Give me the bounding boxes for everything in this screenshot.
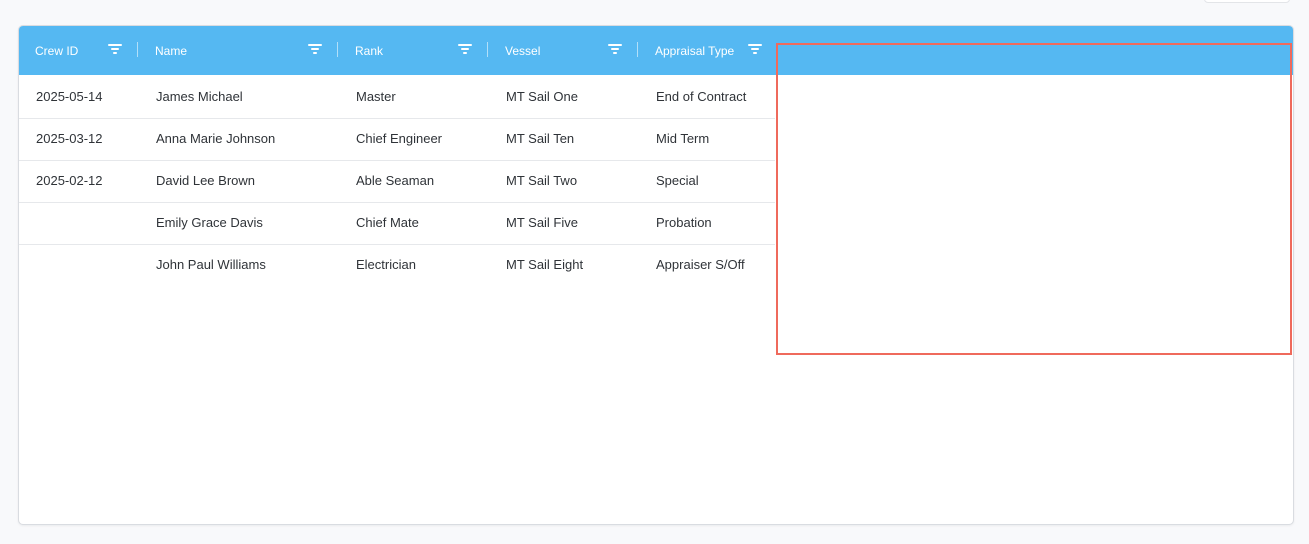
cell-crew-id: 2025-05-14 (36, 89, 103, 104)
cell-appraisal-type: Appraiser S/Off (656, 257, 745, 272)
cell-appraisal-type: Special (656, 173, 699, 188)
column-header-label: Rank (355, 43, 384, 58)
cell-rank: Chief Engineer (356, 131, 442, 146)
cell-name: Emily Grace Davis (156, 215, 263, 230)
column-header-label: Vessel (505, 43, 541, 58)
cell-vessel: MT Sail Eight (506, 257, 584, 272)
top-toolbar-stub (1204, 0, 1290, 3)
filter-icon[interactable] (108, 44, 122, 55)
cell-crew-id: 2025-02-12 (36, 173, 103, 188)
cell-appraisal-type: End of Contract (656, 89, 747, 104)
column-separator[interactable] (137, 42, 138, 57)
column-header-appraisal-type[interactable]: Appraisal Type (655, 26, 755, 75)
cell-name: David Lee Brown (156, 173, 255, 188)
cell-vessel: MT Sail Two (506, 173, 578, 188)
cell-rank: Chief Mate (356, 215, 419, 230)
filter-icon[interactable] (748, 44, 762, 55)
column-header-label: Appraisal Type (655, 43, 735, 58)
column-header-label: Name (155, 43, 188, 58)
column-header-rank[interactable]: Rank (355, 26, 465, 75)
column-separator[interactable] (487, 42, 488, 57)
cell-appraisal-type: Probation (656, 215, 712, 230)
cell-vessel: MT Sail Five (506, 215, 578, 230)
highlight-box (776, 43, 1292, 355)
column-separator[interactable] (637, 42, 638, 57)
table-row[interactable]: 2025-03-12 Anna Marie Johnson Chief Engi… (19, 118, 775, 161)
cell-appraisal-type: Mid Term (656, 131, 710, 146)
column-header-vessel[interactable]: Vessel (505, 26, 615, 75)
cell-crew-id: 2025-03-12 (36, 131, 103, 146)
table-row[interactable]: Emily Grace Davis Chief Mate MT Sail Fiv… (19, 202, 775, 245)
table-row[interactable]: John Paul Williams Electrician MT Sail E… (19, 244, 775, 286)
column-separator[interactable] (337, 42, 338, 57)
table-row[interactable]: 2025-05-14 James Michael Master MT Sail … (19, 76, 775, 119)
cell-vessel: MT Sail Ten (506, 131, 575, 146)
cell-name: James Michael (156, 89, 243, 104)
column-header-name[interactable]: Name (155, 26, 315, 75)
cell-vessel: MT Sail One (506, 89, 579, 104)
cell-rank: Master (356, 89, 396, 104)
cell-rank: Electrician (356, 257, 416, 272)
table-row[interactable]: 2025-02-12 David Lee Brown Able Seaman M… (19, 160, 775, 203)
filter-icon[interactable] (608, 44, 622, 55)
column-header-label: Crew ID (35, 43, 79, 58)
filter-icon[interactable] (458, 44, 472, 55)
cell-name: Anna Marie Johnson (156, 131, 276, 146)
cell-rank: Able Seaman (356, 173, 435, 188)
column-header-crew-id[interactable]: Crew ID (35, 26, 139, 75)
cell-name: John Paul Williams (156, 257, 266, 272)
filter-icon[interactable] (308, 44, 322, 55)
